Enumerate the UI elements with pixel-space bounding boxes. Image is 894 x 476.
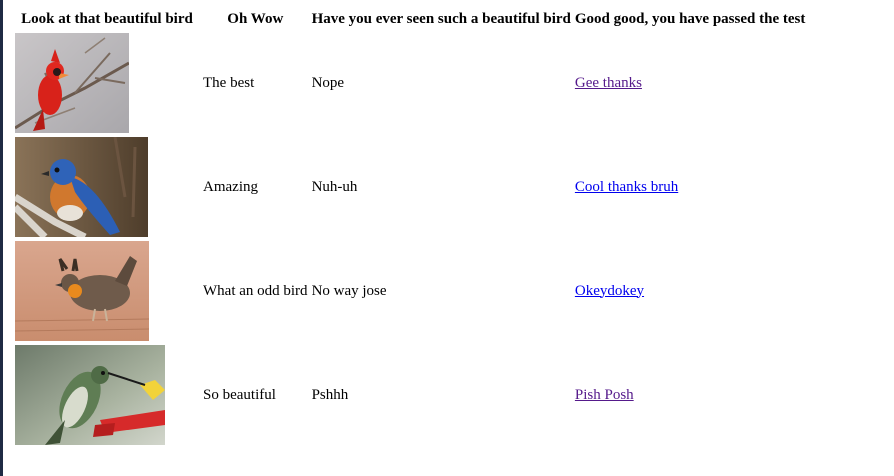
column-header-seen: Have you ever seen such a beautiful bird xyxy=(311,10,571,27)
seen-cell: Pshhh xyxy=(311,386,349,403)
column-header-wow: Oh Wow xyxy=(227,10,284,27)
gee-thanks-link[interactable]: Gee thanks xyxy=(575,75,642,91)
test-cell: Cool thanks bruh xyxy=(574,136,806,238)
wow-cell: Amazing xyxy=(203,178,258,195)
table-row: What an odd bird No way jose Okeydokey xyxy=(14,240,806,342)
bird-image-cell xyxy=(14,344,200,446)
bird-image-cell xyxy=(14,136,200,238)
table-row: Amazing Nuh-uh Cool thanks bruh xyxy=(14,136,806,238)
prairie-chicken-image xyxy=(15,241,149,341)
table-row: So beautiful Pshhh Pish Posh xyxy=(14,344,806,446)
okeydokey-link[interactable]: Okeydokey xyxy=(575,283,644,299)
seen-cell: No way jose xyxy=(311,282,387,299)
column-header-test: Good good, you have passed the test xyxy=(574,10,806,27)
column-header-bird: Look at that beautiful bird xyxy=(21,10,193,27)
bluebird-image xyxy=(15,137,148,237)
table-row: The best Nope Gee thanks xyxy=(14,32,806,134)
wow-cell: So beautiful xyxy=(203,386,276,403)
wow-cell: The best xyxy=(203,74,255,91)
pish-posh-link[interactable]: Pish Posh xyxy=(575,387,634,403)
test-cell: Gee thanks xyxy=(574,32,806,134)
wow-cell: What an odd bird xyxy=(203,282,308,299)
cardinal-bird-image xyxy=(15,33,129,133)
bird-image-cell xyxy=(14,32,200,134)
window-left-edge xyxy=(0,0,3,476)
seen-cell: Nuh-uh xyxy=(311,178,358,195)
test-cell: Okeydokey xyxy=(574,240,806,342)
bird-image-cell xyxy=(14,240,200,342)
hummingbird-image xyxy=(15,345,165,445)
table-header-row: Look at that beautiful bird Oh Wow Have … xyxy=(14,8,806,30)
birds-table: Look at that beautiful bird Oh Wow Have … xyxy=(12,6,808,448)
cool-thanks-bruh-link[interactable]: Cool thanks bruh xyxy=(575,179,678,195)
seen-cell: Nope xyxy=(311,74,345,91)
test-cell: Pish Posh xyxy=(574,344,806,446)
